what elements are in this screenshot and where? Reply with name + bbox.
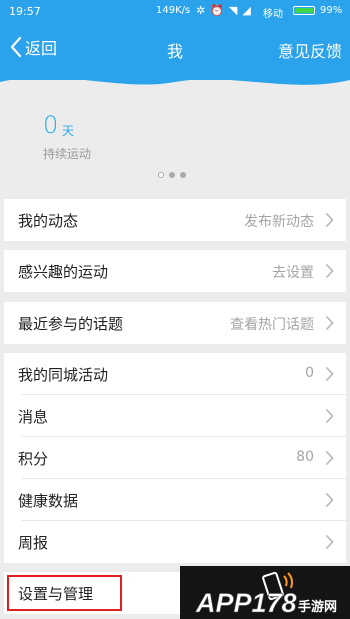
chevron-right-icon — [325, 366, 334, 382]
menu-item-topics[interactable]: 最近参与的话题 查看热门话题 — [4, 302, 346, 344]
menu-item-label: 积分 — [18, 450, 49, 468]
chevron-right-icon — [325, 492, 334, 508]
menu-item-messages[interactable]: 消息 — [4, 395, 346, 437]
status-time: 19:57 — [9, 5, 41, 18]
menu-item-city-events[interactable]: 我的同城活动 0 — [4, 353, 346, 395]
stats-card[interactable]: 0 天 持续运动 — [0, 92, 350, 190]
chevron-right-icon — [325, 408, 334, 424]
menu-item-my-activity[interactable]: 我的动态 发布新动态 — [4, 199, 346, 241]
page-dot-1 — [158, 172, 164, 178]
chevron-right-icon — [325, 263, 334, 279]
menu-item-label: 感兴趣的运动 — [18, 263, 109, 281]
page-dot-2 — [169, 172, 175, 178]
watermark-text: APP178 — [195, 588, 297, 618]
status-icons: ✲⏰◥◢ — [196, 4, 256, 17]
menu-item-value: 0 — [305, 365, 314, 381]
menu-item-label: 我的同城活动 — [18, 366, 109, 384]
chevron-right-icon — [325, 534, 334, 550]
annotation-highlight-box — [7, 575, 122, 611]
page-dot-3 — [180, 172, 186, 178]
menu-item-label: 健康数据 — [18, 492, 79, 510]
streak-days-value: 0 — [43, 111, 59, 139]
menu-item-points[interactable]: 积分 80 — [4, 437, 346, 479]
carrier-label: 移动 — [263, 9, 283, 20]
title-bar: 返回 我 意见反馈 — [0, 26, 350, 66]
chevron-right-icon — [325, 450, 334, 466]
battery-percent: 99% — [320, 5, 343, 16]
battery-icon — [293, 6, 315, 15]
menu-item-label: 周报 — [18, 534, 49, 552]
menu-item-value: 发布新动态 — [244, 214, 314, 230]
streak-days-unit: 天 — [62, 124, 75, 138]
streak-label: 持续运动 — [43, 147, 92, 161]
menu-item-label: 消息 — [18, 408, 49, 426]
chevron-right-icon — [325, 212, 334, 228]
status-bar: 19:57 149K/s ✲⏰◥◢ 移动 99% — [0, 0, 350, 22]
feedback-button[interactable]: 意见反馈 — [278, 38, 342, 62]
menu-item-label: 我的动态 — [18, 212, 79, 230]
menu-item-value: 查看热门话题 — [230, 317, 314, 333]
chevron-right-icon — [325, 315, 334, 331]
watermark-logo: APP178 手游网 — [180, 566, 350, 619]
menu-item-value: 80 — [296, 449, 314, 465]
menu-item-label: 最近参与的话题 — [18, 315, 124, 333]
menu-item-health[interactable]: 健康数据 — [4, 479, 346, 521]
menu-item-value: 去设置 — [272, 265, 314, 281]
menu-item-weekly[interactable]: 周报 — [4, 521, 346, 563]
network-speed: 149K/s — [156, 5, 191, 16]
watermark-subtext: 手游网 — [298, 599, 337, 615]
page-indicator — [158, 172, 186, 178]
menu-item-interests[interactable]: 感兴趣的运动 去设置 — [4, 250, 346, 292]
